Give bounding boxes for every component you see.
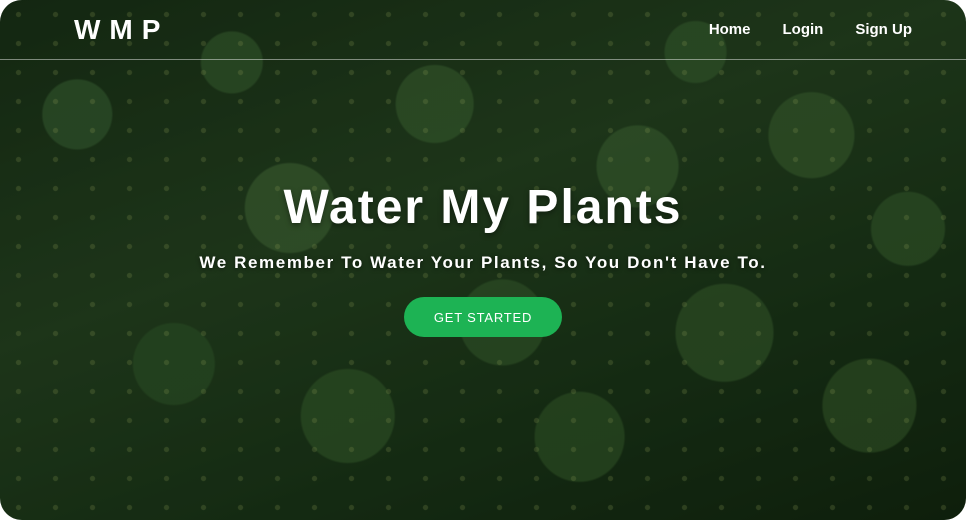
get-started-button[interactable]: GET STARTED: [404, 297, 562, 337]
page-frame: WMP Home Login Sign Up Water My Plants W…: [0, 0, 966, 520]
nav-link-sign-up[interactable]: Sign Up: [855, 21, 912, 38]
logo[interactable]: WMP: [74, 14, 169, 46]
hero-title: Water My Plants: [283, 181, 683, 234]
nav-links: Home Login Sign Up: [709, 21, 912, 38]
nav-link-login[interactable]: Login: [783, 21, 824, 38]
hero-section: Water My Plants We Remember To Water You…: [0, 180, 966, 337]
hero-subtitle: We Remember To Water Your Plants, So You…: [199, 253, 767, 272]
nav-link-home[interactable]: Home: [709, 21, 751, 38]
top-navbar: WMP Home Login Sign Up: [0, 0, 966, 60]
